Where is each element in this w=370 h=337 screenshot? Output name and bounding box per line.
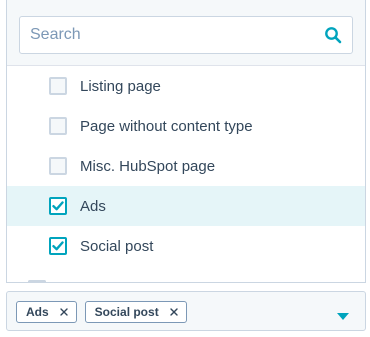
search-icon[interactable] (324, 26, 342, 44)
option-ads[interactable]: Ads (7, 186, 365, 226)
checkbox[interactable] (49, 77, 67, 95)
multi-select-filter: Listing page Page without content type M… (0, 0, 370, 337)
option-social-post[interactable]: Social post (7, 226, 365, 266)
checkmark-icon (52, 241, 64, 251)
option-label: Listing page (80, 77, 161, 95)
tag-ads: Ads (16, 301, 77, 323)
caret-down-icon[interactable] (337, 308, 349, 320)
option-label: Page without content type (80, 117, 253, 135)
option-label: Social post (80, 237, 154, 255)
tag-label: Ads (26, 305, 49, 319)
options-list: Listing page Page without content type M… (7, 66, 365, 266)
close-icon[interactable] (169, 307, 179, 317)
selected-tags-field[interactable]: Ads Social post (6, 291, 366, 331)
option-misc-hubspot-page[interactable]: Misc. HubSpot page (7, 146, 365, 186)
search-area (7, 0, 365, 66)
partial-option-row (7, 266, 365, 282)
tag-list: Ads Social post (16, 301, 187, 323)
checkbox-checked[interactable] (49, 237, 67, 255)
option-label: Misc. HubSpot page (80, 157, 216, 175)
checkbox[interactable] (28, 280, 46, 282)
checkbox-checked[interactable] (49, 197, 67, 215)
checkmark-icon (52, 201, 64, 211)
option-page-without-content-type[interactable]: Page without content type (7, 106, 365, 146)
tag-label: Social post (94, 305, 159, 319)
checkbox[interactable] (49, 117, 67, 135)
checkbox[interactable] (49, 157, 67, 175)
dropdown-panel: Listing page Page without content type M… (6, 0, 366, 283)
tag-social-post: Social post (84, 301, 187, 323)
option-listing-page[interactable]: Listing page (7, 66, 365, 106)
search-input[interactable] (20, 17, 320, 53)
search-box (19, 16, 353, 54)
option-label: Ads (80, 197, 106, 215)
close-icon[interactable] (59, 307, 69, 317)
